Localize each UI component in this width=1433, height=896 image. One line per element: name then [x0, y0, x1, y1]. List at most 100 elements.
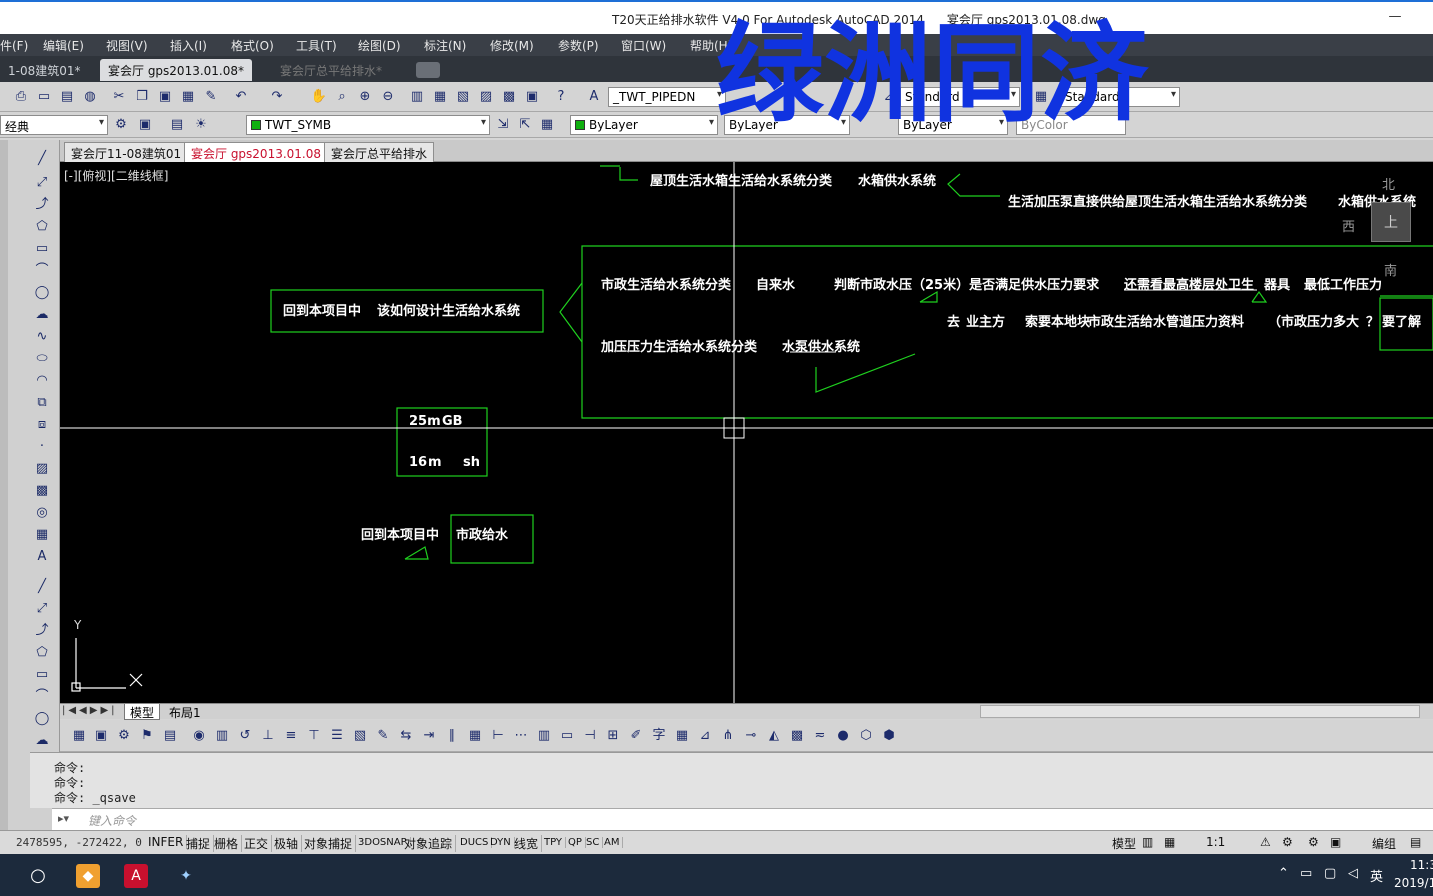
- app-browser-icon[interactable]: ◆: [76, 864, 100, 888]
- tz-tool-34-icon[interactable]: ●: [834, 727, 852, 745]
- layer-previous-icon[interactable]: ⇱: [516, 116, 534, 134]
- battery-icon[interactable]: ▭: [1300, 866, 1312, 881]
- group-edit-button[interactable]: 编组: [1372, 835, 1396, 852]
- auto-scale-icon[interactable]: ⚙: [1282, 835, 1293, 849]
- annotation-visibility-icon[interactable]: ⚠: [1260, 835, 1271, 849]
- markup-icon[interactable]: ▩: [500, 88, 518, 106]
- tz-tool-31-icon[interactable]: ◭: [765, 727, 783, 745]
- menu-parameters[interactable]: 参数(P): [558, 37, 599, 54]
- tz-tool-32-icon[interactable]: ▩: [788, 727, 806, 745]
- tz-tool-21-icon[interactable]: ▥: [535, 727, 553, 745]
- paste-special-icon[interactable]: ▦: [179, 88, 197, 106]
- file-tab-1[interactable]: 1-08建筑01*: [0, 59, 89, 81]
- gradient-icon[interactable]: ▩: [32, 482, 52, 500]
- layer-combo[interactable]: TWT_SYMB ▾: [246, 115, 490, 135]
- toggle-otrack[interactable]: 对象追踪: [404, 835, 457, 852]
- quick-view-layouts-icon[interactable]: ▥: [1142, 835, 1153, 849]
- tz-tool-5-icon[interactable]: ▤: [161, 727, 179, 745]
- viewcube-south[interactable]: 南: [1384, 260, 1397, 279]
- publish-icon[interactable]: ◍: [81, 88, 99, 106]
- redo-icon[interactable]: ↷: [268, 88, 286, 106]
- region-icon[interactable]: ◎: [32, 504, 52, 522]
- menu-window[interactable]: 窗口(W): [621, 37, 666, 54]
- menu-tools[interactable]: 工具(T): [296, 37, 337, 54]
- match-prop-icon[interactable]: ✎: [202, 88, 220, 106]
- drawing-canvas[interactable]: [-][俯视][二维线框] 屋顶生活水箱生活给水系统分类 水箱供水系统 生活加压…: [60, 162, 1433, 703]
- lock-icon[interactable]: ▣: [1330, 835, 1341, 849]
- tz-tool-19-icon[interactable]: ⊢: [489, 727, 507, 745]
- copy-object-icon[interactable]: ⤢: [32, 600, 52, 618]
- tab-model[interactable]: 模型: [124, 704, 161, 720]
- tz-tool-30-icon[interactable]: ⊸: [742, 727, 760, 745]
- tz-tool-17-icon[interactable]: ∥: [443, 727, 461, 745]
- menu-edit[interactable]: 编辑(E): [43, 37, 84, 54]
- minimize-button[interactable]: —: [1385, 9, 1405, 24]
- tz-tool-22-icon[interactable]: ▭: [558, 727, 576, 745]
- app-star-icon[interactable]: ✦: [174, 864, 198, 888]
- tz-tool-26-icon[interactable]: 字: [650, 727, 668, 745]
- new-tab-button[interactable]: [416, 62, 440, 78]
- tray-expand-icon[interactable]: ⌃: [1278, 866, 1289, 881]
- zoom-icon[interactable]: ⌕: [333, 88, 351, 106]
- toggle-sc[interactable]: SC: [586, 837, 604, 848]
- spline-icon[interactable]: ∿: [32, 328, 52, 346]
- layer-states-icon[interactable]: ▦: [538, 116, 556, 134]
- hatch-icon[interactable]: ▨: [32, 460, 52, 478]
- tz-tool-8-icon[interactable]: ↺: [236, 727, 254, 745]
- print-icon[interactable]: ⎙: [12, 88, 30, 106]
- menu-dimension[interactable]: 标注(N): [424, 37, 466, 54]
- file-tab-3[interactable]: 宴会厅总平给排水*: [272, 59, 390, 81]
- toggle-lineweight[interactable]: 线宽: [514, 835, 543, 852]
- text-style-combo[interactable]: _TWT_PIPEDN ▾: [608, 87, 726, 107]
- menu-modify[interactable]: 修改(M): [490, 37, 534, 54]
- volume-icon[interactable]: ◁: [1348, 866, 1358, 881]
- model-space-button[interactable]: 模型: [1112, 835, 1136, 852]
- quick-view-drawings-icon[interactable]: ▦: [1164, 835, 1175, 849]
- erase-icon[interactable]: ╱: [32, 578, 52, 596]
- horizontal-scrollbar[interactable]: [980, 705, 1420, 718]
- tz-tool-27-icon[interactable]: ▦: [673, 727, 691, 745]
- rectangle-icon[interactable]: ▭: [32, 240, 52, 258]
- clock-date[interactable]: 2019/1: [1394, 876, 1433, 890]
- viewcube-west[interactable]: 西: [1342, 216, 1355, 235]
- tz-tool-12-icon[interactable]: ☰: [328, 727, 346, 745]
- sheet-set-icon[interactable]: ▨: [477, 88, 495, 106]
- move-icon[interactable]: ⌒: [32, 688, 52, 706]
- tz-tool-20-icon[interactable]: ⋯: [512, 727, 530, 745]
- help-icon[interactable]: ?: [552, 88, 570, 106]
- menu-insert[interactable]: 插入(I): [170, 37, 207, 54]
- toggle-am[interactable]: AM: [604, 837, 624, 848]
- tz-tool-14-icon[interactable]: ✎: [374, 727, 392, 745]
- zoom-previous-icon[interactable]: ⊖: [379, 88, 397, 106]
- workspace-combo[interactable]: 经典 ▾: [0, 115, 108, 135]
- menu-view[interactable]: 视图(V): [106, 37, 148, 54]
- cortana-icon[interactable]: ○: [26, 864, 50, 888]
- save-icon[interactable]: ▣: [92, 727, 110, 745]
- tz-tool-18-icon[interactable]: ▦: [466, 727, 484, 745]
- network-icon[interactable]: ▢: [1324, 866, 1336, 881]
- insert-block-icon[interactable]: ⧉: [32, 394, 52, 412]
- viewcube-top-face[interactable]: 上: [1371, 202, 1411, 242]
- menu-format[interactable]: 格式(O): [231, 37, 274, 54]
- drawing-tab-1[interactable]: 宴会厅11-08建筑01: [64, 142, 189, 162]
- tz-tool-16-icon[interactable]: ⇥: [420, 727, 438, 745]
- tz-tool-9-icon[interactable]: ⊥: [259, 727, 277, 745]
- preview-icon[interactable]: ▭: [35, 88, 53, 106]
- paste-icon[interactable]: ▣: [156, 88, 174, 106]
- scale-icon[interactable]: ☁: [32, 732, 52, 750]
- calculator-icon[interactable]: ▣: [523, 88, 541, 106]
- tz-tool-4-icon[interactable]: ⚑: [138, 727, 156, 745]
- zoom-window-icon[interactable]: ⊕: [356, 88, 374, 106]
- polyline-icon[interactable]: ⤴: [32, 196, 52, 214]
- rotate-icon[interactable]: ◯: [32, 710, 52, 728]
- layout-nav-arrows[interactable]: |◀◀▶▶|: [62, 705, 118, 716]
- tz-tool-29-icon[interactable]: ⋔: [719, 727, 737, 745]
- gear-icon[interactable]: ⚙: [112, 116, 130, 134]
- toggle-grid[interactable]: 栅格: [214, 835, 243, 852]
- coordinate-readout[interactable]: 2478595, -272422, 0: [16, 836, 142, 849]
- construction-line-icon[interactable]: ⤢: [32, 174, 52, 192]
- color-combo[interactable]: ByLayer ▾: [570, 115, 718, 135]
- tz-tool-24-icon[interactable]: ⊞: [604, 727, 622, 745]
- mirror-icon[interactable]: ⤴: [32, 622, 52, 640]
- ellipse-icon[interactable]: ⬭: [32, 350, 52, 368]
